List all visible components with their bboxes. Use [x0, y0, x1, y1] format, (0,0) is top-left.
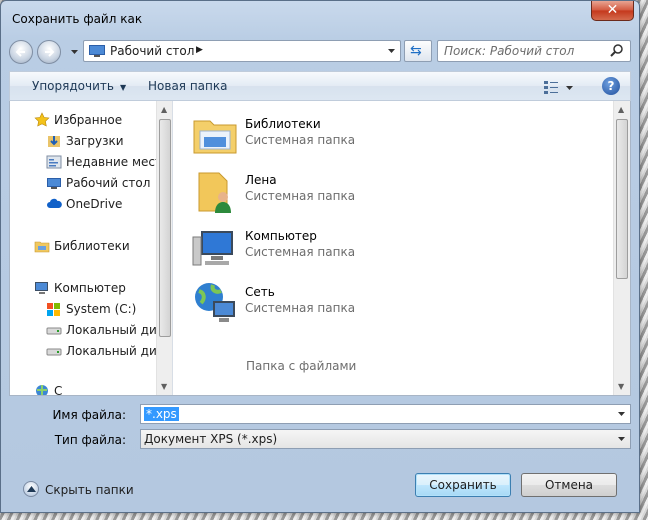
group-header-folders: Папка с файлами	[246, 359, 357, 373]
sidebar-item-label: Избранное	[54, 113, 123, 127]
filename-label: Имя файла:	[52, 408, 126, 422]
back-arrow-icon	[15, 47, 25, 57]
sidebar-scroll-thumb[interactable]	[159, 119, 171, 337]
file-name: Библиотеки	[245, 117, 321, 131]
file-type: Системная папка	[245, 133, 356, 147]
libraries-icon	[34, 241, 50, 253]
address-segment-desktop[interactable]: Рабочий стол	[110, 44, 194, 58]
file-item-libraries[interactable]: Библиотеки Системная папка	[191, 111, 491, 161]
user-folder-icon	[198, 172, 231, 213]
desktop-icon	[89, 45, 105, 57]
system-drive-icon	[47, 303, 60, 316]
organize-dropdown-icon: ▼	[119, 83, 127, 92]
sidebar-item-label: Локальный диск	[66, 323, 171, 337]
collapse-icon	[23, 481, 39, 497]
browser-area: Избранное Загрузки Недавние места Рабочи…	[9, 101, 631, 396]
sidebar-item-label: OneDrive	[66, 197, 123, 211]
filetype-value: Документ XPS (*.xps)	[144, 432, 278, 446]
file-name: Компьютер	[245, 229, 317, 243]
file-name: Сеть	[245, 285, 275, 299]
refresh-icon: ⇆	[410, 43, 422, 59]
libraries-folder-icon	[193, 120, 237, 154]
file-type: Системная папка	[245, 301, 356, 315]
scroll-up-icon[interactable]: ▲	[161, 105, 167, 114]
network-icon	[36, 385, 48, 395]
back-button[interactable]	[9, 40, 33, 64]
file-item-network[interactable]: Сеть Системная папка	[191, 279, 491, 329]
search-icon[interactable]	[610, 44, 624, 58]
filetype-label: Тип файла:	[54, 433, 126, 447]
help-button[interactable]: ?	[602, 77, 620, 95]
sidebar-item-label: Рабочий стол	[66, 176, 151, 190]
refresh-button[interactable]: ⇆	[404, 40, 432, 62]
file-name: Лена	[245, 173, 277, 187]
desktop-icon	[47, 178, 61, 189]
address-chevron-icon[interactable]: ▶	[196, 45, 203, 55]
recent-pages-dropdown-icon[interactable]	[71, 50, 78, 54]
computer-icon	[192, 231, 233, 266]
filename-field[interactable]: *.xps	[140, 404, 631, 424]
file-type: Системная папка	[245, 245, 356, 259]
recent-places-icon	[46, 155, 62, 169]
sidebar-item-label: Загрузки	[66, 134, 124, 148]
file-list-scrollbar[interactable]: ▲ ▼	[613, 101, 630, 395]
sidebar-item-label: System (C:)	[66, 302, 137, 316]
hide-folders-label: Скрыть папки	[45, 483, 134, 497]
file-item-user-folder[interactable]: Лена Системная папка	[191, 167, 491, 217]
sidebar-item-label: Компьютер	[54, 281, 126, 295]
change-view-button[interactable]	[542, 78, 576, 96]
save-dialog: Сохранить файл как ✕ Рабочий стол ▶ ⇆ По…	[0, 0, 640, 513]
file-list-scroll-thumb[interactable]	[616, 119, 628, 279]
filetype-select[interactable]: Документ XPS (*.xps)	[140, 429, 631, 449]
scroll-down-icon[interactable]: ▼	[161, 382, 167, 391]
file-item-computer[interactable]: Компьютер Системная папка	[191, 223, 491, 273]
search-box[interactable]: Поиск: Рабочий стол	[437, 40, 631, 62]
close-button[interactable]: ✕	[591, 1, 634, 21]
scroll-down-icon[interactable]: ▼	[618, 382, 624, 391]
file-type: Системная папка	[245, 189, 356, 203]
filetype-dropdown-icon[interactable]	[618, 437, 625, 441]
search-placeholder: Поиск: Рабочий стол	[444, 44, 575, 58]
save-button[interactable]: Сохранить	[415, 473, 511, 497]
sidebar-item-label: Библиотеки	[54, 239, 130, 253]
sidebar-item-label: С	[54, 384, 63, 395]
local-disk-icon	[46, 327, 62, 335]
forward-button[interactable]	[37, 40, 61, 64]
address-dropdown-icon[interactable]	[388, 49, 395, 53]
filename-value[interactable]: *.xps	[144, 407, 179, 421]
sidebar-scrollbar[interactable]: ▲ ▼	[156, 101, 172, 395]
star-icon	[34, 112, 50, 127]
sidebar-item-label: Локальный диск	[66, 344, 171, 358]
cancel-button[interactable]: Отмена	[521, 473, 617, 497]
save-form: Имя файла: *.xps Тип файла: Документ XPS…	[9, 396, 631, 456]
local-disk-icon	[46, 348, 62, 356]
network-globe-icon	[195, 283, 235, 322]
onedrive-icon	[47, 198, 62, 208]
navigation-bar: Рабочий стол ▶ ⇆ Поиск: Рабочий стол	[9, 38, 631, 66]
title-bar[interactable]: Сохранить файл как ✕	[1, 1, 639, 33]
window-title: Сохранить файл как	[12, 12, 143, 26]
forward-arrow-icon	[45, 47, 55, 57]
sidebar-item-label: Недавние места	[66, 155, 170, 169]
downloads-icon	[48, 136, 60, 147]
navigation-pane: Избранное Загрузки Недавние места Рабочи…	[10, 101, 173, 395]
filename-dropdown-icon[interactable]	[618, 412, 625, 416]
new-folder-button[interactable]: Новая папка	[148, 79, 227, 93]
view-options-icon	[544, 81, 573, 94]
scroll-up-icon[interactable]: ▲	[618, 105, 624, 114]
organize-button[interactable]: Упорядочить ▼	[32, 79, 126, 93]
address-bar[interactable]: Рабочий стол ▶	[83, 40, 401, 62]
command-bar: Упорядочить ▼ Новая папка ?	[9, 71, 631, 101]
computer-icon	[35, 282, 48, 294]
organize-label: Упорядочить	[32, 79, 114, 93]
